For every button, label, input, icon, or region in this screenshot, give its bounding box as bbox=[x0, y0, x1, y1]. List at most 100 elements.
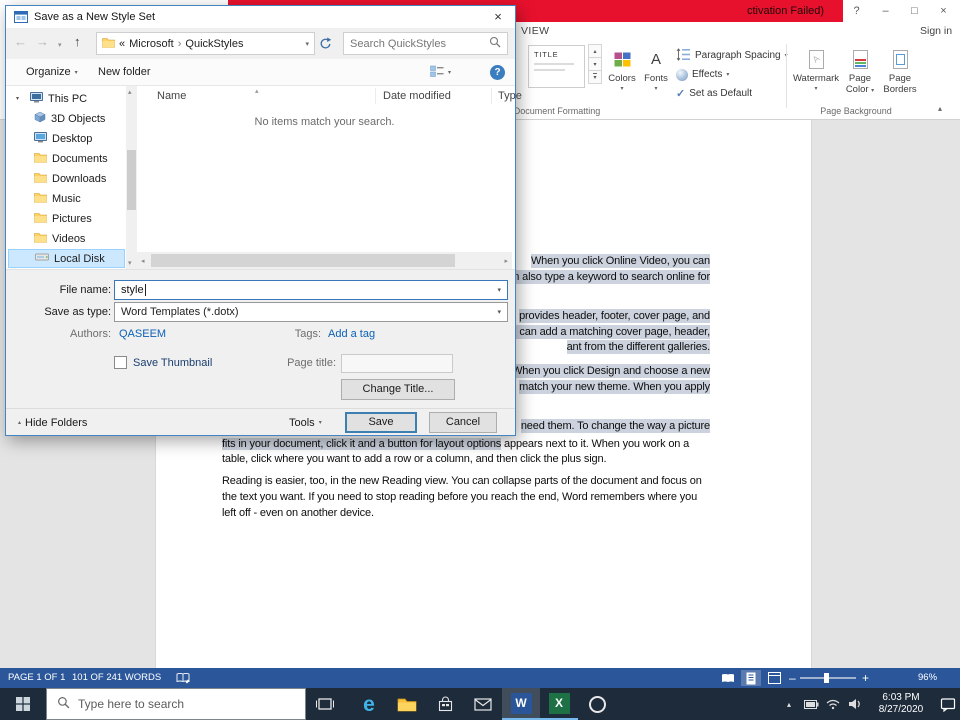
column-header-name[interactable]: Name bbox=[157, 86, 186, 106]
column-header-type[interactable]: Type bbox=[498, 86, 522, 106]
tools-button[interactable]: Tools ▾ bbox=[289, 409, 322, 436]
print-layout-button[interactable] bbox=[741, 670, 761, 686]
excel-taskbar-button[interactable]: X bbox=[540, 688, 578, 720]
style-set-gallery-item[interactable]: TITLE bbox=[528, 45, 585, 88]
forward-icon[interactable]: → bbox=[36, 32, 49, 52]
sidebar-item-desktop[interactable]: Desktop bbox=[8, 129, 125, 148]
scroll-left-icon[interactable]: ◂ bbox=[141, 257, 145, 265]
task-view-button[interactable] bbox=[306, 688, 344, 720]
sidebar-item-local-disk[interactable]: Local Disk bbox=[8, 249, 125, 268]
action-center-button[interactable] bbox=[936, 688, 960, 720]
file-explorer-taskbar-button[interactable] bbox=[388, 688, 426, 720]
refresh-icon[interactable] bbox=[319, 37, 332, 53]
save-button[interactable]: Save bbox=[345, 412, 417, 433]
taskbar-search-input[interactable]: Type here to search bbox=[46, 688, 306, 720]
breadcrumb-parent[interactable]: Microsoft bbox=[129, 38, 174, 50]
sign-in-link[interactable]: Sign in bbox=[920, 22, 952, 41]
gallery-more-icon[interactable]: ▾ bbox=[588, 70, 602, 84]
maximize-button[interactable]: □ bbox=[900, 5, 929, 17]
edge-taskbar-button[interactable]: e bbox=[350, 688, 388, 720]
store-taskbar-button[interactable] bbox=[426, 688, 464, 720]
paragraph-spacing-button[interactable]: Paragraph Spacing ▾ bbox=[676, 47, 788, 64]
save-thumbnail-label[interactable]: Save Thumbnail bbox=[133, 356, 212, 370]
scroll-down-icon[interactable]: ▾ bbox=[128, 259, 132, 267]
scrollbar-thumb[interactable] bbox=[127, 150, 136, 210]
app-taskbar-button[interactable] bbox=[578, 688, 616, 720]
sidebar-item-videos[interactable]: Videos bbox=[8, 229, 125, 248]
mail-taskbar-button[interactable] bbox=[464, 688, 502, 720]
watermark-icon: A bbox=[808, 47, 824, 72]
minimize-button[interactable]: – bbox=[871, 5, 900, 17]
recent-locations-icon[interactable]: ▾ bbox=[58, 36, 62, 56]
chevron-down-icon[interactable]: ▾ bbox=[497, 308, 501, 316]
page-borders-button[interactable]: Page Borders bbox=[880, 43, 920, 107]
sidebar-item-downloads[interactable]: Downloads bbox=[8, 169, 125, 188]
scrollbar-thumb[interactable] bbox=[151, 254, 455, 267]
breadcrumb-current[interactable]: QuickStyles bbox=[185, 38, 243, 50]
file-name-input[interactable]: style ▾ bbox=[114, 280, 508, 300]
sidebar-item-pictures[interactable]: Pictures bbox=[8, 209, 125, 228]
zoom-out-button[interactable]: – bbox=[789, 668, 796, 688]
change-view-button[interactable]: ▾ bbox=[430, 59, 451, 85]
page-color-button[interactable]: Page Color ▾ bbox=[842, 43, 878, 107]
set-as-default-button[interactable]: ✓ Set as Default bbox=[676, 85, 752, 102]
close-button[interactable]: × bbox=[929, 5, 958, 17]
tab-view[interactable]: VIEW bbox=[521, 22, 549, 41]
proofing-icon[interactable] bbox=[176, 668, 190, 688]
breadcrumb-overflow[interactable]: « bbox=[119, 38, 125, 50]
tray-expand-button[interactable]: ▴ bbox=[778, 688, 800, 720]
word-count[interactable]: 101 OF 241 WORDS bbox=[72, 668, 161, 688]
taskbar-clock[interactable]: 6:03 PM 8/27/2020 bbox=[866, 688, 936, 720]
column-divider[interactable] bbox=[491, 88, 492, 104]
new-folder-button[interactable]: New folder bbox=[98, 59, 151, 85]
authors-value[interactable]: QASEEM bbox=[119, 324, 166, 344]
scroll-right-icon[interactable]: ▸ bbox=[504, 257, 508, 265]
cancel-button[interactable]: Cancel bbox=[429, 412, 497, 433]
page-indicator[interactable]: PAGE 1 OF 1 bbox=[8, 668, 65, 688]
hide-folders-button[interactable]: ▴ Hide Folders bbox=[18, 409, 87, 436]
save-as-type-select[interactable]: Word Templates (*.dotx) ▾ bbox=[114, 302, 508, 322]
start-button[interactable] bbox=[0, 688, 46, 720]
change-title-button[interactable]: Change Title... bbox=[341, 379, 455, 400]
watermark-button[interactable]: A Watermark ▾ bbox=[792, 43, 840, 107]
zoom-level[interactable]: 96% bbox=[918, 668, 937, 688]
word-taskbar-button[interactable]: W bbox=[502, 688, 540, 720]
file-list-horizontal-scrollbar[interactable]: ◂ ▸ bbox=[137, 252, 512, 269]
page-title-input[interactable] bbox=[341, 354, 453, 373]
back-icon[interactable]: ← bbox=[14, 32, 27, 52]
gallery-scroll-up-icon[interactable]: ▴ bbox=[588, 44, 602, 58]
up-icon[interactable]: ↑ bbox=[74, 32, 81, 52]
collapse-ribbon-icon[interactable]: ▴ bbox=[938, 104, 942, 113]
fonts-button[interactable]: A Fonts ▾ bbox=[641, 43, 671, 107]
dialog-search-input[interactable]: Search QuickStyles bbox=[343, 32, 508, 55]
sidebar-item-3d-objects[interactable]: 3D Objects bbox=[8, 109, 125, 128]
effects-button[interactable]: Effects ▾ bbox=[676, 66, 729, 83]
gallery-scroll-down-icon[interactable]: ▾ bbox=[588, 57, 602, 71]
help-button[interactable]: ? bbox=[490, 59, 505, 85]
zoom-in-button[interactable]: + bbox=[862, 668, 869, 688]
column-divider[interactable] bbox=[375, 88, 376, 104]
battery-tray-icon[interactable] bbox=[800, 688, 822, 720]
sidebar-item-documents[interactable]: Documents bbox=[8, 149, 125, 168]
zoom-slider-thumb[interactable] bbox=[824, 673, 829, 683]
close-icon[interactable]: × bbox=[483, 6, 513, 28]
colors-button[interactable]: Colors ▾ bbox=[605, 43, 639, 107]
sidebar-item-this-pc[interactable]: ▾ This PC bbox=[8, 89, 125, 108]
chevron-down-icon[interactable]: ▾ bbox=[305, 40, 309, 48]
volume-tray-icon[interactable] bbox=[844, 688, 866, 720]
expander-icon[interactable]: ▾ bbox=[16, 95, 25, 102]
organize-button[interactable]: Organize ▾ bbox=[26, 59, 78, 85]
scroll-up-icon[interactable]: ▴ bbox=[128, 88, 132, 96]
network-tray-icon[interactable] bbox=[822, 688, 844, 720]
add-tag-link[interactable]: Add a tag bbox=[328, 324, 375, 344]
sidebar-item-music[interactable]: Music bbox=[8, 189, 125, 208]
column-header-date-modified[interactable]: Date modified bbox=[383, 86, 451, 106]
save-thumbnail-checkbox[interactable] bbox=[114, 356, 127, 369]
dialog-titlebar[interactable]: Save as a New Style Set × bbox=[6, 6, 515, 28]
chevron-down-icon[interactable]: ▾ bbox=[497, 286, 501, 294]
help-button[interactable]: ? bbox=[842, 5, 871, 17]
sidebar-scrollbar[interactable]: ▴ ▾ bbox=[126, 86, 137, 269]
web-layout-button[interactable] bbox=[764, 670, 784, 686]
address-bar[interactable]: « Microsoft › QuickStyles ▾ bbox=[96, 32, 315, 55]
read-mode-button[interactable] bbox=[718, 670, 738, 686]
